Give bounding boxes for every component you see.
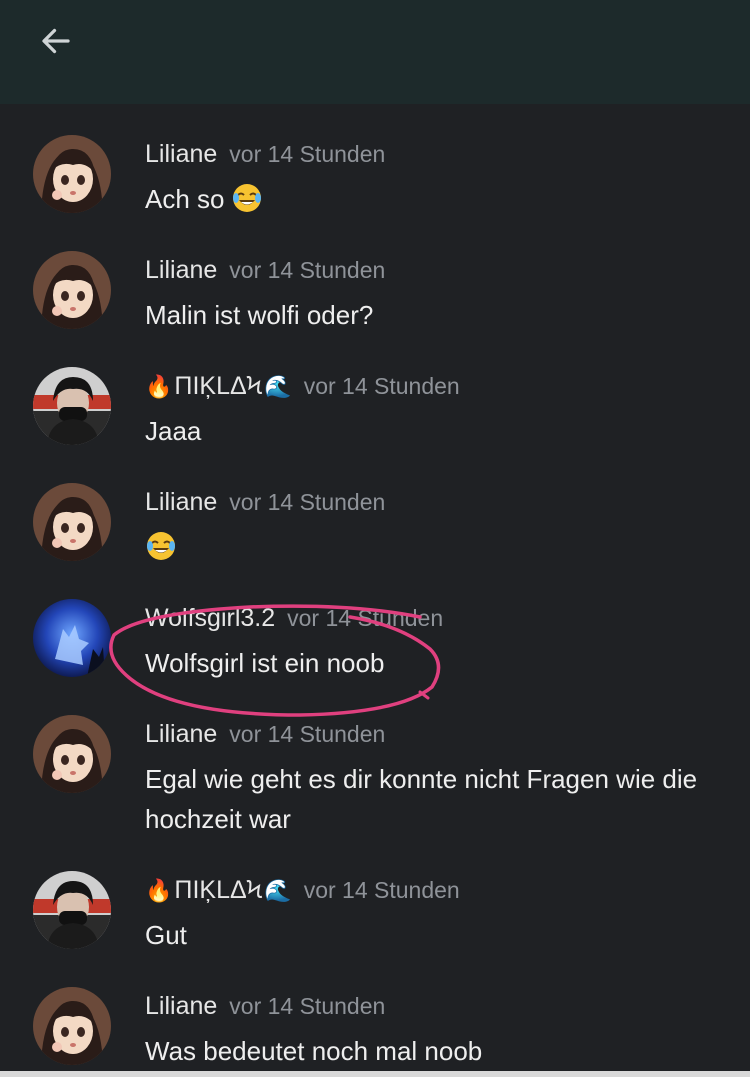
avatar[interactable]: [33, 599, 111, 677]
message-body: Ach so: [145, 184, 225, 214]
message-text: Gut: [145, 920, 187, 950]
message-text: Malin ist wolfi oder?: [145, 300, 374, 330]
timestamp: vor 14 Stunden: [229, 488, 386, 515]
face-with-tears-of-joy-icon: [232, 184, 261, 212]
timestamp: vor 14 Stunden: [229, 140, 386, 167]
avatar[interactable]: [33, 987, 111, 1065]
anime-girl-avatar-icon: [33, 135, 111, 213]
message-header: Liliane vor 14 Stunden: [145, 487, 385, 517]
username[interactable]: 🔥ΠΙĶLΔϞ🌊: [145, 372, 292, 401]
anime-girl-avatar-icon: [33, 715, 111, 793]
wave-icon: 🌊: [264, 878, 292, 904]
message-header: Liliane vor 14 Stunden: [145, 255, 385, 285]
message-header: Liliane vor 14 Stunden: [145, 139, 385, 169]
anime-girl-avatar-icon: [33, 987, 111, 1065]
message-text: Jaaa: [145, 416, 202, 446]
avatar[interactable]: [33, 871, 111, 949]
avatar[interactable]: [33, 483, 111, 561]
message-text: Egal wie geht es dir konnte nicht Fragen…: [145, 764, 698, 834]
username[interactable]: Liliane: [145, 140, 217, 169]
username[interactable]: Wolfsgirl3.2: [145, 604, 275, 633]
timestamp: vor 14 Stunden: [287, 604, 444, 631]
anime-girl-avatar-icon: [33, 483, 111, 561]
wave-icon: 🌊: [264, 374, 292, 400]
fire-icon: 🔥: [145, 374, 173, 400]
anime-girl-avatar-icon: [33, 251, 111, 329]
username[interactable]: Liliane: [145, 488, 217, 517]
username-text: ΠΙĶLΔϞ: [174, 371, 263, 400]
username[interactable]: 🔥ΠΙĶLΔϞ🌊: [145, 876, 292, 905]
back-button[interactable]: [28, 16, 84, 66]
message-header: Liliane vor 14 Stunden: [145, 991, 385, 1021]
fire-icon: 🔥: [145, 878, 173, 904]
username[interactable]: Liliane: [145, 720, 217, 749]
masked-boy-avatar-icon: [33, 367, 111, 445]
avatar[interactable]: [33, 367, 111, 445]
timestamp: vor 14 Stunden: [303, 876, 460, 903]
message-text: Ach so: [145, 179, 725, 219]
arrow-left-icon: [42, 28, 70, 54]
blue-wolf-avatar-icon: [33, 599, 111, 677]
message-header: Wolfsgirl3.2 vor 14 Stunden: [145, 603, 443, 633]
message-text: Wolfsgirl ist ein noob: [145, 648, 385, 678]
message-text: Was bedeutet noch mal noob: [145, 1036, 483, 1066]
avatar[interactable]: [33, 251, 111, 329]
message-header: Liliane vor 14 Stunden: [145, 719, 385, 749]
timestamp: vor 14 Stunden: [229, 992, 386, 1019]
message-header: 🔥ΠΙĶLΔϞ🌊 vor 14 Stunden: [145, 371, 460, 401]
avatar[interactable]: [33, 715, 111, 793]
message-list: Liliane vor 14 Stunden Ach so Liliane vo…: [0, 104, 750, 1071]
top-bar: [0, 0, 750, 104]
bottom-edge: [0, 1071, 750, 1077]
message-header: 🔥ΠΙĶLΔϞ🌊 vor 14 Stunden: [145, 875, 460, 905]
timestamp: vor 14 Stunden: [229, 720, 386, 747]
timestamp: vor 14 Stunden: [303, 372, 460, 399]
masked-boy-avatar-icon: [33, 871, 111, 949]
avatar[interactable]: [33, 135, 111, 213]
username[interactable]: Liliane: [145, 992, 217, 1021]
message-text: [145, 527, 725, 567]
face-with-tears-of-joy-icon: [147, 532, 175, 560]
username-text: ΠΙĶLΔϞ: [174, 875, 263, 904]
username[interactable]: Liliane: [145, 256, 217, 285]
timestamp: vor 14 Stunden: [229, 256, 386, 283]
